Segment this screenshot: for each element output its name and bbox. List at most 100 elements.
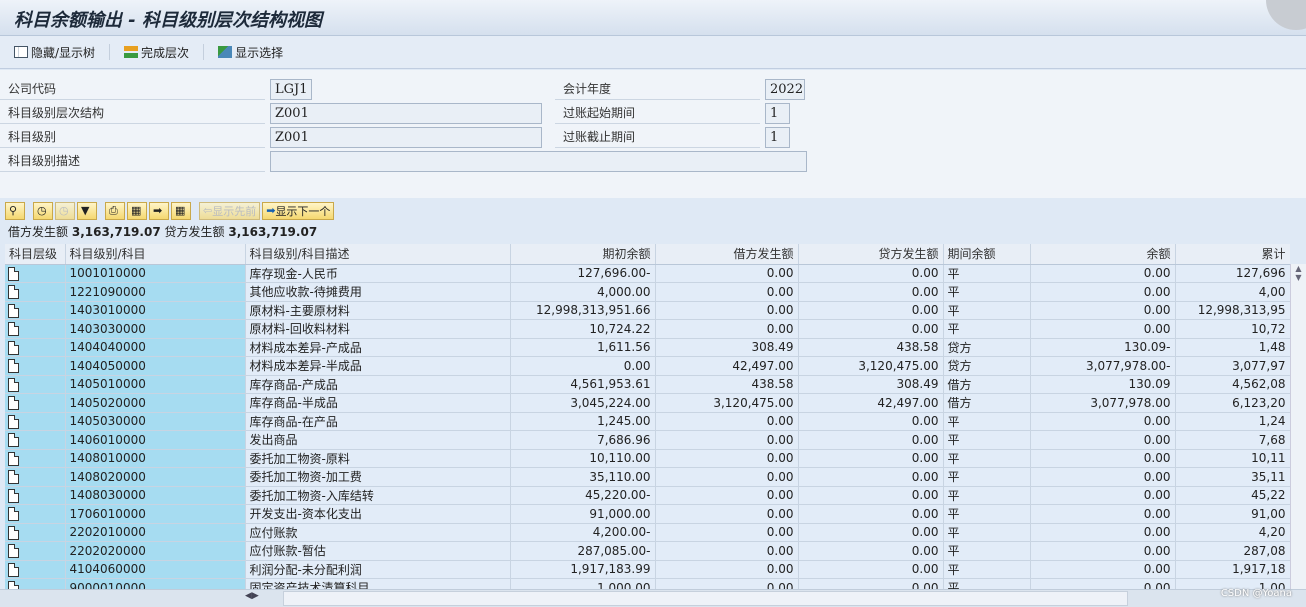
period-balance-cell: 平	[943, 264, 1031, 283]
description-cell: 其他应收款-待摊费用	[245, 282, 511, 302]
horizontal-scrollbar[interactable]: ◀▶	[0, 589, 1306, 607]
account-cell: 2202010000	[65, 523, 246, 542]
credit-cell: 0.00	[798, 449, 944, 468]
table-row[interactable]: 1405010000 库存商品-产成品 4,561,953.61 438.58 308.…	[5, 375, 1290, 394]
debit-cell: 0.00	[655, 264, 799, 283]
balance-cell: 0.00	[1030, 301, 1176, 320]
description-cell: 委托加工物资-加工费	[245, 467, 511, 487]
balance-grid: 科目层级 科目级别/科目 科目级别/科目描述 期初余额 借方发生额 贷方发生额 期间余额 余额…	[5, 244, 1290, 589]
table-row[interactable]: 1408010000 委托加工物资-原料 10,110.00 0.00 0.00 平 0.0…	[5, 449, 1290, 468]
row-level-cell	[5, 449, 66, 468]
period-from-field[interactable]: 1	[765, 103, 790, 124]
table-row[interactable]: 1404050000 材料成本差异-半成品 0.00 42,497.00 3,120,4…	[5, 356, 1290, 376]
document-icon	[8, 322, 19, 336]
table-row[interactable]: 1408020000 委托加工物资-加工费 35,110.00 0.00 0.00 平 0.…	[5, 467, 1290, 487]
balance-cell: 0.00	[1030, 412, 1176, 431]
account-cell: 1405020000	[65, 393, 246, 413]
details-button[interactable]: ⚲	[5, 201, 25, 220]
scroll-up-icon[interactable]: ▲	[1291, 264, 1306, 273]
opening-balance-cell: 35,110.00	[510, 467, 656, 487]
table-row[interactable]: 2202010000 应付账款 4,200.00- 0.00 0.00 平 0.00 4,20	[5, 523, 1290, 542]
show-previous-button[interactable]: ⇦ 显示先前	[199, 201, 261, 220]
column-header[interactable]: 累计	[1175, 244, 1290, 265]
hide-tree-label: 隐藏/显示树	[31, 45, 96, 60]
show-selection-label: 显示选择	[235, 45, 284, 60]
account-cell: 2202020000	[65, 541, 246, 561]
level-field[interactable]: Z001	[270, 127, 542, 148]
table-row[interactable]: 1403010000 原材料-主要原材料 12,998,313,951.66 0.00…	[5, 301, 1290, 320]
credit-total-label: 贷方发生额	[164, 225, 225, 239]
export-button[interactable]: ➡	[149, 201, 169, 220]
balance-cell: 0.00	[1030, 523, 1176, 542]
company-code-field[interactable]: LGJ1	[270, 79, 312, 100]
complete-hierarchy-button[interactable]: 完成层次	[120, 44, 193, 61]
table-row[interactable]: 2202020000 应付账款-暂估 287,085.00- 0.00 0.00 平 0.0…	[5, 541, 1290, 561]
fiscal-year-field[interactable]: 2022	[765, 79, 805, 100]
period-balance-cell: 平	[943, 523, 1031, 542]
column-header[interactable]: 贷方发生额	[798, 244, 944, 265]
watermark: CSDN @Yoana	[1220, 588, 1292, 599]
balance-cell: 0.00	[1030, 467, 1176, 487]
table-row[interactable]: 1408030000 委托加工物资-入库结转 45,220.00- 0.00 0.00 平…	[5, 486, 1290, 505]
account-cell: 4104060000	[65, 560, 246, 579]
row-level-cell	[5, 412, 66, 431]
find-next-button[interactable]: ◷	[55, 201, 75, 220]
account-cell: 1405010000	[65, 375, 246, 394]
scroll-left-right-icon[interactable]: ◀▶	[245, 591, 259, 601]
credit-cell: 438.58	[798, 338, 944, 357]
table-row[interactable]: 9000010000 固定资产技术清算科目 1,000.00 0.00 0.00 平 0.0…	[5, 578, 1290, 589]
column-header[interactable]: 借方发生额	[655, 244, 799, 265]
find-button[interactable]: ◷	[33, 201, 53, 220]
period-balance-cell: 平	[943, 412, 1031, 431]
row-level-cell	[5, 375, 66, 394]
table-row[interactable]: 4104060000 利润分配-未分配利润 1,917,183.99 0.00 0.00…	[5, 560, 1290, 579]
hierarchy-field[interactable]: Z001	[270, 103, 542, 124]
document-icon	[8, 525, 19, 540]
show-next-label: 显示下一个	[275, 204, 331, 218]
credit-cell: 0.00	[798, 523, 944, 542]
cumulative-cell: 10,11	[1175, 449, 1290, 468]
table-row[interactable]: 1404040000 材料成本差异-产成品 1,611.56 308.49 438.58…	[5, 338, 1290, 357]
column-header[interactable]: 期间余额	[943, 244, 1031, 265]
opening-balance-cell: 287,085.00-	[510, 541, 656, 561]
view-button[interactable]: ▦	[127, 201, 147, 220]
print-button[interactable]: ⎙	[105, 201, 125, 220]
column-header[interactable]: 科目级别/科目	[65, 244, 246, 265]
horizontal-scroll-thumb[interactable]	[283, 591, 1128, 606]
level-desc-field[interactable]	[270, 151, 807, 172]
opening-balance-cell: 3,045,224.00	[510, 393, 656, 413]
filter-button[interactable]: ▼	[77, 201, 97, 220]
hide-show-tree-button[interactable]: 隐藏/显示树	[10, 44, 99, 61]
account-cell: 1408010000	[65, 449, 246, 468]
column-header[interactable]: 余额	[1030, 244, 1176, 265]
table-row[interactable]: 1706010000 开发支出-资本化支出 91,000.00 0.00 0.00 平 0.…	[5, 504, 1290, 524]
credit-cell: 0.00	[798, 282, 944, 302]
column-header[interactable]: 科目层级	[5, 244, 66, 265]
show-selection-button[interactable]: 显示选择	[214, 44, 287, 61]
show-next-button[interactable]: ➡ 显示下一个	[262, 201, 335, 220]
debit-cell: 0.00	[655, 301, 799, 320]
table-row[interactable]: 1406010000 发出商品 7,686.96 0.00 0.00 平 0.00 7,68	[5, 430, 1290, 450]
period-to-field[interactable]: 1	[765, 127, 790, 148]
scroll-down-icon[interactable]: ▼	[1291, 273, 1306, 282]
credit-cell: 0.00	[798, 541, 944, 561]
table-row[interactable]: 1405020000 库存商品-半成品 3,045,224.00 3,120,475.…	[5, 393, 1290, 413]
layout-button[interactable]: ▦	[171, 201, 191, 220]
table-row[interactable]: 1221090000 其他应收款-待摊费用 4,000.00 0.00 0.00 平 0.0…	[5, 282, 1290, 302]
table-row[interactable]: 1403030000 原材料-回收料材料 10,724.22 0.00 0.00 平 0.0…	[5, 319, 1290, 339]
cumulative-cell: 1,24	[1175, 412, 1290, 431]
cumulative-cell: 45,22	[1175, 486, 1290, 505]
period-balance-cell: 平	[943, 319, 1031, 339]
table-row[interactable]: 1001010000 库存现金-人民币 127,696.00- 0.00 0.00 平 0.…	[5, 264, 1290, 283]
column-header[interactable]: 科目级别/科目描述	[245, 244, 511, 265]
vertical-scrollbar[interactable]: ▲ ▼	[1290, 264, 1306, 589]
cumulative-cell: 10,72	[1175, 319, 1290, 339]
balance-cell: 3,077,978.00	[1030, 393, 1176, 413]
description-cell: 库存现金-人民币	[245, 264, 511, 283]
debit-cell: 0.00	[655, 578, 799, 589]
period-balance-cell: 平	[943, 449, 1031, 468]
filter-icon: ▼	[81, 204, 90, 217]
table-row[interactable]: 1405030000 库存商品-在产品 1,245.00 0.00 0.00 平 0.00 1…	[5, 412, 1290, 431]
row-level-cell	[5, 393, 66, 413]
column-header[interactable]: 期初余额	[510, 244, 656, 265]
